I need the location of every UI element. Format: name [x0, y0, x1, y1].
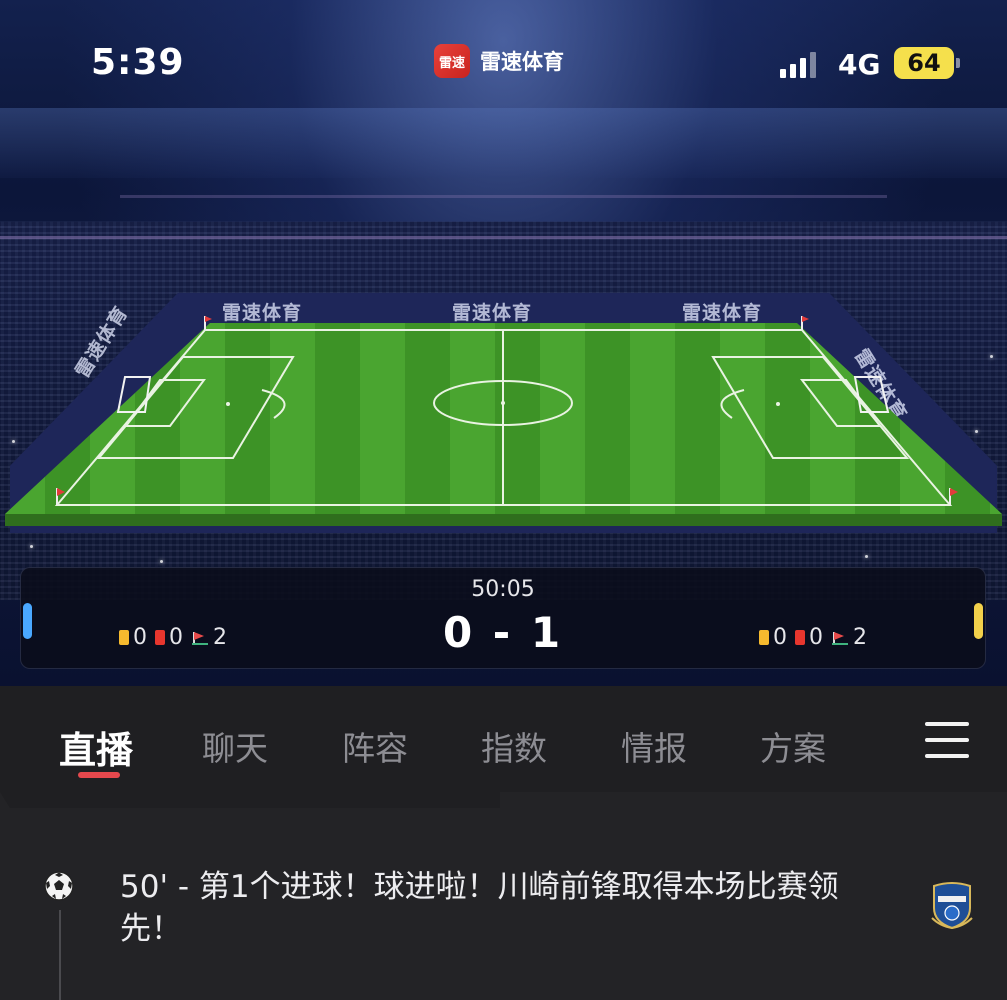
battery-nub	[956, 58, 960, 68]
home-yellow-count: 0	[133, 625, 147, 650]
app-name: 雷速体育	[480, 50, 564, 74]
stadium-roof	[0, 108, 1007, 178]
home-corner-count: 2	[213, 625, 227, 650]
feed-divider	[0, 792, 500, 808]
away-corners: 2	[831, 625, 867, 650]
tab-plans[interactable]: 方案	[760, 722, 826, 770]
network-type: 4G	[838, 48, 881, 81]
yellow-card-icon	[119, 630, 129, 645]
home-yellow-cards: 0	[119, 625, 147, 650]
feed-event-text: 50' - 第1个进球！球进啦！川崎前锋取得本场比赛领先！	[120, 869, 839, 947]
home-stats: 0 0 2	[119, 625, 227, 650]
match-clock: 50:05	[471, 577, 535, 602]
app-badge[interactable]: 雷速 雷速体育	[434, 44, 564, 78]
soccer-ball-icon	[44, 871, 74, 901]
corner-flag-icon	[192, 631, 208, 645]
tab-chat[interactable]: 聊天	[202, 722, 268, 770]
home-red-count: 0	[169, 625, 183, 650]
camera-flash	[160, 560, 163, 563]
tab-odds[interactable]: 指数	[481, 722, 547, 770]
football-pitch	[5, 316, 1002, 526]
home-corners: 2	[191, 625, 227, 650]
red-card-icon	[155, 630, 165, 645]
away-red-cards: 0	[795, 625, 823, 650]
camera-flash	[865, 555, 868, 558]
menu-icon[interactable]	[925, 722, 969, 758]
home-red-cards: 0	[155, 625, 183, 650]
tab-intel[interactable]: 情报	[621, 722, 687, 770]
active-tab-indicator	[78, 772, 120, 778]
red-card-icon	[795, 630, 805, 645]
stand-rail	[0, 236, 1007, 239]
status-time: 5:39	[91, 42, 185, 83]
scoreboard: 50:05 0 - 1 0 0 2 0 0 2	[20, 567, 986, 669]
tab-lineup[interactable]: 阵容	[342, 722, 408, 770]
timeline-line	[59, 910, 61, 1000]
camera-flash	[30, 545, 33, 548]
battery-icon: 64	[894, 47, 954, 79]
tab-live[interactable]: 直播	[59, 720, 133, 774]
away-red-count: 0	[809, 625, 823, 650]
away-yellow-cards: 0	[759, 625, 787, 650]
corner-flag-icon	[832, 631, 848, 645]
kawasaki-crest-icon	[931, 882, 973, 930]
stand-rail	[120, 195, 887, 198]
yellow-card-icon	[759, 630, 769, 645]
app-logo-icon: 雷速	[434, 44, 470, 78]
away-yellow-count: 0	[773, 625, 787, 650]
signal-strength-icon	[780, 50, 816, 78]
away-stats: 0 0 2	[759, 625, 867, 650]
away-corner-count: 2	[853, 625, 867, 650]
